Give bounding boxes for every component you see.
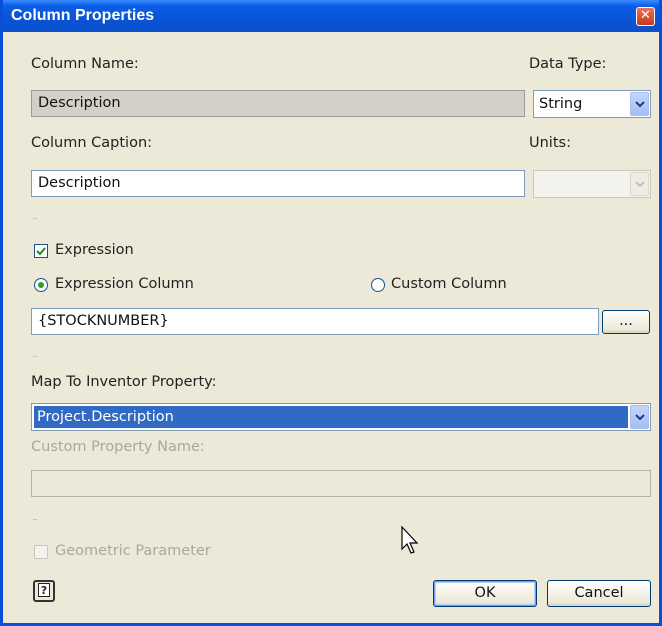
help-icon: ? bbox=[38, 583, 50, 597]
mouse-cursor-icon bbox=[401, 525, 419, 554]
separator-dot bbox=[33, 218, 37, 219]
dialog-title: Column Properties bbox=[11, 7, 155, 24]
geometric-parameter-label: Geometric Parameter bbox=[55, 543, 211, 559]
expression-column-label: Expression Column bbox=[55, 276, 194, 292]
custom-property-label: Custom Property Name: bbox=[31, 439, 205, 455]
map-property-label: Map To Inventor Property: bbox=[31, 374, 217, 390]
ok-button[interactable]: OK bbox=[433, 580, 537, 607]
chevron-down-icon[interactable] bbox=[630, 172, 649, 196]
column-name-label: Column Name: bbox=[31, 56, 139, 72]
separator-dot bbox=[33, 356, 37, 357]
column-name-field[interactable]: Description bbox=[31, 90, 525, 117]
custom-column-label: Custom Column bbox=[391, 276, 507, 292]
separator-dot bbox=[33, 519, 37, 520]
title-bar: Column Properties ✕ bbox=[3, 0, 659, 32]
data-type-label: Data Type: bbox=[529, 56, 607, 72]
browse-button[interactable]: ... bbox=[602, 310, 650, 334]
help-button[interactable]: ? bbox=[33, 580, 55, 602]
units-dropdown[interactable] bbox=[533, 170, 651, 198]
chevron-down-icon[interactable] bbox=[630, 92, 649, 116]
map-property-dropdown[interactable]: Project.Description bbox=[31, 403, 651, 431]
data-type-dropdown[interactable]: String bbox=[533, 90, 651, 118]
column-properties-dialog: Column Properties ✕ Column Name: Descrip… bbox=[0, 0, 662, 626]
map-property-value: Project.Description bbox=[37, 409, 174, 425]
column-caption-label: Column Caption: bbox=[31, 135, 153, 151]
expression-column-radio[interactable] bbox=[34, 278, 48, 292]
expression-input[interactable]: {STOCKNUMBER} bbox=[31, 308, 599, 335]
units-label: Units: bbox=[529, 135, 571, 151]
cancel-button[interactable]: Cancel bbox=[547, 580, 651, 607]
data-type-value: String bbox=[539, 96, 583, 112]
custom-property-input[interactable] bbox=[31, 470, 651, 497]
expression-checkbox-label: Expression bbox=[55, 242, 134, 258]
chevron-down-icon[interactable] bbox=[630, 405, 649, 429]
column-caption-input[interactable]: Description bbox=[31, 170, 525, 197]
geometric-parameter-checkbox[interactable] bbox=[34, 545, 48, 559]
radio-selected-dot bbox=[38, 282, 44, 288]
custom-column-radio[interactable] bbox=[371, 278, 385, 292]
close-button[interactable]: ✕ bbox=[636, 7, 655, 26]
expression-checkbox[interactable] bbox=[34, 244, 48, 258]
